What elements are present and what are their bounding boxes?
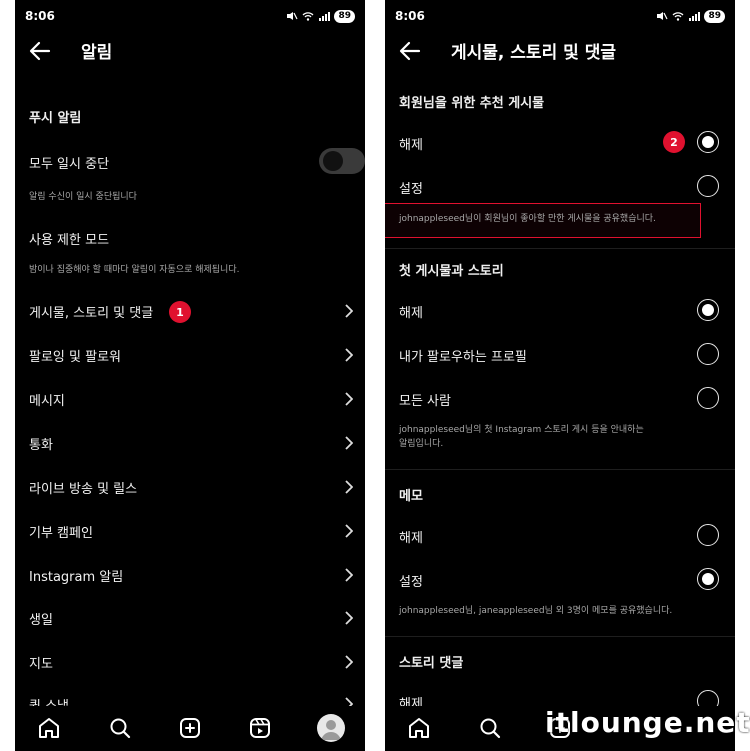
status-time: 8:06 — [395, 9, 425, 23]
app-bar: 게시물, 스토리 및 댓글 — [385, 32, 735, 70]
first-posts-description-line2: 알림입니다. — [399, 439, 444, 449]
chevron-right-icon — [345, 480, 353, 494]
chevron-right-icon — [345, 304, 353, 318]
wifi-icon — [303, 12, 314, 21]
story-comments-section-title: 스토리 댓글 — [399, 656, 464, 671]
left-screen: 8:06 89 알림 푸시 알림 모두 일시 중단 알림 수신이 일시 중단됩니… — [15, 0, 365, 751]
battery-indicator: 89 — [334, 9, 355, 23]
home-icon[interactable] — [37, 716, 61, 740]
status-bar: 8:06 89 — [385, 0, 735, 32]
recommended-on-radio[interactable] — [697, 175, 719, 197]
app-bar: 알림 — [15, 32, 365, 70]
pause-all-description: 알림 수신이 일시 중단됩니다 — [29, 192, 137, 202]
recommended-description: johnappleseed님이 회원님이 좋아할 만한 게시물을 공유했습니다. — [399, 214, 656, 224]
first-posts-following-radio[interactable] — [697, 343, 719, 365]
back-arrow-icon[interactable] — [399, 41, 421, 61]
chevron-right-icon — [345, 568, 353, 582]
notes-on-label: 설정 — [399, 575, 423, 590]
profile-avatar[interactable] — [317, 714, 345, 742]
restrict-mode-label[interactable]: 사용 제한 모드 — [29, 229, 109, 248]
wifi-icon — [673, 12, 684, 21]
divider — [385, 636, 735, 637]
back-arrow-icon[interactable] — [29, 41, 51, 61]
step-badge-2: 2 — [663, 131, 685, 153]
step-badge-1: 1 — [169, 301, 191, 323]
notes-on-radio[interactable] — [697, 568, 719, 590]
page-title: 게시물, 스토리 및 댓글 — [451, 43, 616, 63]
recommended-posts-section-title: 회원님을 위한 추천 게시물 — [399, 96, 545, 111]
first-posts-following-label: 내가 팔로우하는 프로필 — [399, 350, 527, 365]
notes-off-radio[interactable] — [697, 524, 719, 546]
status-time: 8:06 — [25, 9, 55, 23]
status-bar: 8:06 89 — [15, 0, 365, 32]
first-posts-everyone-radio[interactable] — [697, 387, 719, 409]
recommended-on-label: 설정 — [399, 182, 423, 197]
push-section-title: 푸시 알림 — [29, 111, 82, 126]
page-title: 알림 — [81, 43, 113, 63]
signal-icon — [319, 12, 331, 21]
search-icon[interactable] — [108, 716, 132, 740]
mute-icon — [657, 12, 669, 20]
chevron-right-icon — [345, 655, 353, 669]
first-posts-description-line1: johnappleseed님의 첫 Instagram 스토리 게시 등을 안내… — [399, 425, 644, 435]
divider — [385, 469, 735, 470]
notes-off-label: 해제 — [399, 531, 423, 546]
signal-icon — [689, 12, 701, 21]
first-posts-off-label: 해제 — [399, 306, 423, 321]
recommended-off-radio[interactable] — [697, 131, 719, 153]
first-posts-off-radio[interactable] — [697, 299, 719, 321]
first-posts-section-title: 첫 게시물과 스토리 — [399, 264, 504, 279]
recommended-off-label: 해제 — [399, 138, 423, 153]
chevron-right-icon — [345, 348, 353, 362]
mute-icon — [287, 12, 299, 20]
chevron-right-icon — [345, 392, 353, 406]
notes-section-title: 메모 — [399, 489, 423, 504]
first-posts-everyone-label: 모든 사람 — [399, 394, 451, 409]
bottom-nav — [15, 706, 365, 751]
right-screen: 8:06 89 게시물, 스토리 및 댓글 회원님을 위한 추천 게시물 해제 … — [385, 0, 735, 751]
chevron-right-icon — [345, 436, 353, 450]
avatar-silhouette-icon — [321, 720, 341, 740]
pause-all-label: 모두 일시 중단 — [29, 157, 110, 172]
watermark-logo: itlounge.net — [545, 706, 750, 739]
search-icon[interactable] — [478, 716, 502, 740]
create-icon[interactable] — [178, 716, 202, 740]
chevron-right-icon — [345, 611, 353, 625]
notes-description: johnappleseed님, janeappleseed님 외 3명이 메모를… — [399, 606, 673, 616]
home-icon[interactable] — [407, 716, 431, 740]
pause-all-toggle[interactable] — [319, 148, 365, 174]
reels-icon[interactable] — [248, 716, 272, 740]
battery-indicator: 89 — [704, 9, 725, 23]
divider — [385, 248, 735, 249]
chevron-right-icon — [345, 524, 353, 538]
restrict-mode-description: 밤이나 집중해야 할 때마다 알림이 자동으로 해제됩니다. — [29, 265, 240, 275]
